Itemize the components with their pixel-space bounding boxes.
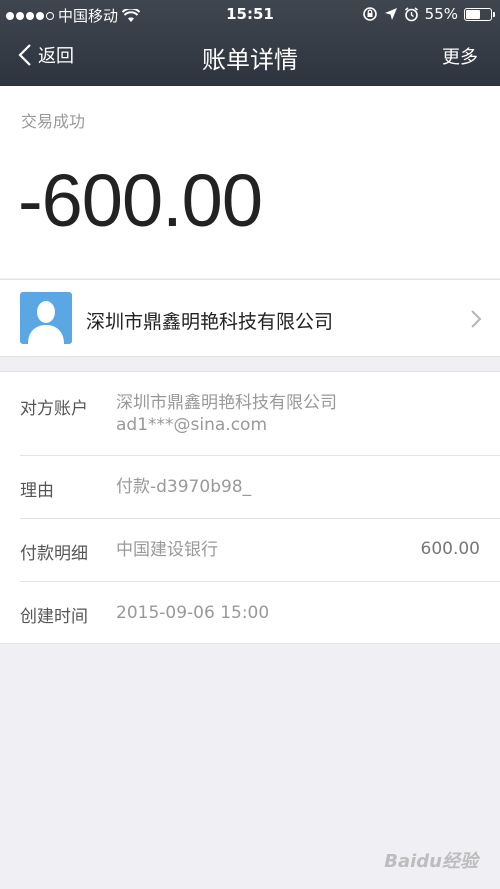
top-bar: 中国移动 15:51 55% 返回 账单详情 更多 bbox=[0, 0, 500, 86]
battery-fill bbox=[466, 9, 481, 19]
created-value: 2015-09-06 15:00 bbox=[116, 603, 270, 623]
payment-bank: 中国建设银行 bbox=[116, 540, 218, 560]
payment-label: 付款明细 bbox=[20, 544, 88, 564]
page-title: 账单详情 bbox=[202, 46, 298, 74]
detail-row-account: 对方账户 深圳市鼎鑫明艳科技有限公司 ad1***@sina.com bbox=[20, 372, 500, 456]
carrier-label: 中国移动 bbox=[58, 7, 119, 25]
transaction-status: 交易成功 bbox=[21, 112, 86, 131]
transaction-summary: 交易成功 -600.00 bbox=[0, 86, 500, 278]
detail-row-payment[interactable]: 付款明细 中国建设银行 600.00 bbox=[20, 519, 500, 582]
back-button[interactable]: 返回 bbox=[18, 42, 74, 68]
chevron-left-icon bbox=[18, 44, 31, 66]
chevron-right-icon bbox=[471, 310, 482, 328]
counterparty-row[interactable]: 深圳市鼎鑫明艳科技有限公司 bbox=[0, 279, 500, 357]
payment-amount: 600.00 bbox=[420, 539, 480, 559]
account-value: 深圳市鼎鑫明艳科技有限公司 ad1***@sina.com bbox=[116, 392, 337, 436]
detail-row-created: 创建时间 2015-09-06 15:00 bbox=[20, 582, 500, 643]
more-button[interactable]: 更多 bbox=[442, 43, 478, 69]
reason-label: 理由 bbox=[20, 481, 54, 501]
counterparty-name: 深圳市鼎鑫明艳科技有限公司 bbox=[86, 311, 334, 333]
transaction-amount: -600.00 bbox=[18, 159, 263, 242]
nav-bar: 返回 账单详情 更多 bbox=[0, 30, 500, 86]
status-bar: 中国移动 15:51 55% bbox=[0, 0, 500, 30]
detail-list: 对方账户 深圳市鼎鑫明艳科技有限公司 ad1***@sina.com 理由 付款… bbox=[0, 371, 500, 644]
signal-icon bbox=[6, 11, 54, 20]
wifi-icon bbox=[122, 8, 141, 22]
battery-percent: 55% bbox=[424, 5, 458, 23]
reason-value: 付款-d3970b98_ bbox=[116, 477, 252, 497]
account-label: 对方账户 bbox=[20, 399, 88, 419]
back-label: 返回 bbox=[38, 46, 74, 67]
status-left: 中国移动 bbox=[6, 5, 141, 26]
user-icon bbox=[28, 301, 64, 344]
battery-icon bbox=[464, 7, 495, 21]
rotation-lock-icon bbox=[362, 7, 377, 21]
alarm-icon bbox=[404, 6, 418, 21]
account-name: 深圳市鼎鑫明艳科技有限公司 bbox=[116, 393, 337, 413]
location-icon bbox=[384, 8, 397, 20]
avatar bbox=[20, 292, 72, 344]
created-label: 创建时间 bbox=[20, 607, 88, 627]
status-right: 55% bbox=[362, 5, 495, 23]
account-email: ad1***@sina.com bbox=[116, 415, 268, 435]
watermark: Baidu经验 bbox=[384, 851, 478, 872]
detail-row-reason: 理由 付款-d3970b98_ bbox=[20, 456, 500, 519]
